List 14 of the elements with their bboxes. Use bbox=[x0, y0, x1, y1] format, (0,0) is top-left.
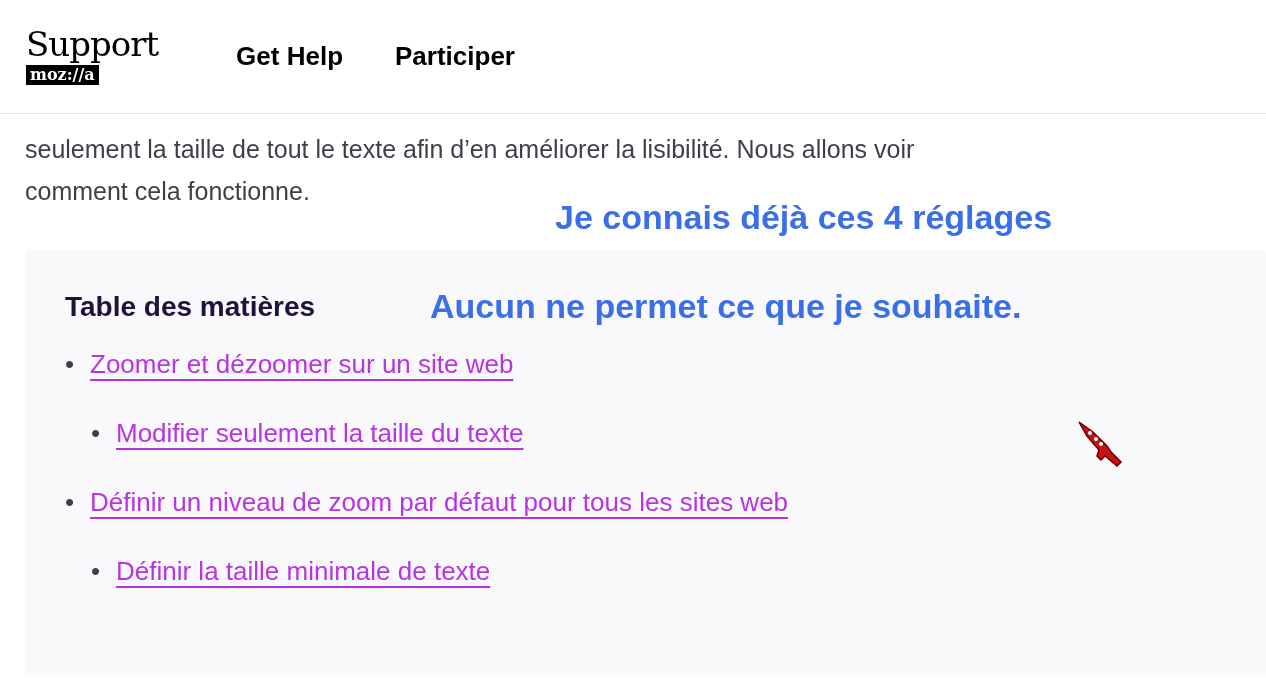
bullet: • bbox=[91, 416, 102, 450]
nav-link[interactable]: Get Help bbox=[236, 37, 344, 76]
toc-title: Table des matières bbox=[65, 290, 316, 324]
nav-link[interactable]: Participer bbox=[395, 37, 515, 76]
toc-link[interactable]: Zoomer et dézoomer sur un site web bbox=[90, 348, 514, 379]
annotation-text: Aucun ne permet ce que je souhaite. bbox=[430, 288, 1022, 326]
bullet: • bbox=[65, 347, 76, 381]
bullet: • bbox=[91, 554, 102, 588]
logo-badge: moz://a bbox=[26, 64, 99, 86]
toc-link[interactable]: Modifier seulement la taille du texte bbox=[116, 417, 524, 448]
bullet: • bbox=[65, 485, 76, 519]
toc-link[interactable]: Définir un niveau de zoom par défaut pour tous les sites web bbox=[90, 486, 789, 517]
logo-title[interactable]: Support bbox=[26, 26, 159, 61]
toc-link[interactable]: Définir la taille minimale de texte bbox=[116, 555, 491, 586]
